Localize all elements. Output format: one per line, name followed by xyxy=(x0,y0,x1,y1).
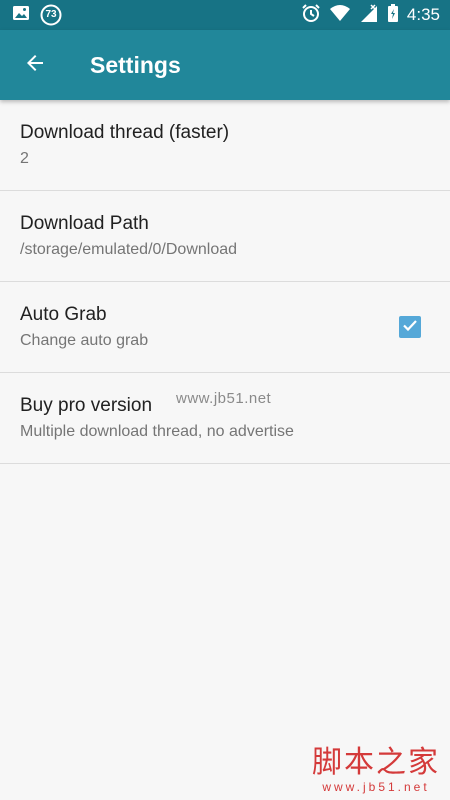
setting-title: Buy pro version xyxy=(20,395,153,416)
setting-auto-grab[interactable]: Auto Grab Change auto grab xyxy=(0,282,450,373)
badge-icon: 73 xyxy=(40,4,62,26)
wifi-icon xyxy=(329,4,351,27)
watermark-logo: 脚本之家 www.jb51.net xyxy=(312,745,440,795)
checkmark-icon xyxy=(402,317,418,338)
settings-list: Download thread (faster) 2 Download Path… xyxy=(0,100,450,464)
status-bar-right: 4:35 xyxy=(301,0,440,30)
setting-title: Download Path xyxy=(20,213,149,234)
setting-download-path[interactable]: Download Path /storage/emulated/0/Downlo… xyxy=(0,191,450,282)
clock-time: 4:35 xyxy=(406,5,440,24)
setting-buy-pro[interactable]: Buy pro version Multiple download thread… xyxy=(0,373,450,464)
status-bar: 73 4:35 xyxy=(0,0,450,30)
auto-grab-checkbox[interactable] xyxy=(399,316,421,338)
setting-summary: /storage/emulated/0/Download xyxy=(20,241,238,258)
arrow-left-icon xyxy=(23,51,47,80)
setting-title: Download thread (faster) xyxy=(20,122,230,143)
alarm-icon xyxy=(301,3,321,28)
battery-icon xyxy=(387,3,399,28)
notification-badge-count: 73 xyxy=(45,9,57,20)
status-bar-left: 73 xyxy=(12,0,62,30)
setting-title: Auto Grab xyxy=(20,304,107,325)
app-bar: Settings xyxy=(0,30,450,100)
watermark-logo-text: 脚本之家 xyxy=(312,745,440,780)
setting-download-thread[interactable]: Download thread (faster) 2 xyxy=(0,100,450,191)
watermark-logo-url: www.jb51.net xyxy=(322,780,430,794)
setting-summary: 2 xyxy=(20,150,29,167)
setting-summary: Multiple download thread, no advertise xyxy=(20,423,294,440)
signal-icon xyxy=(359,3,379,28)
page-title: Settings xyxy=(90,52,181,78)
image-icon xyxy=(12,4,30,27)
setting-summary: Change auto grab xyxy=(20,332,149,349)
watermark-text: www.jb51.net xyxy=(176,390,272,407)
back-button[interactable] xyxy=(14,44,56,86)
